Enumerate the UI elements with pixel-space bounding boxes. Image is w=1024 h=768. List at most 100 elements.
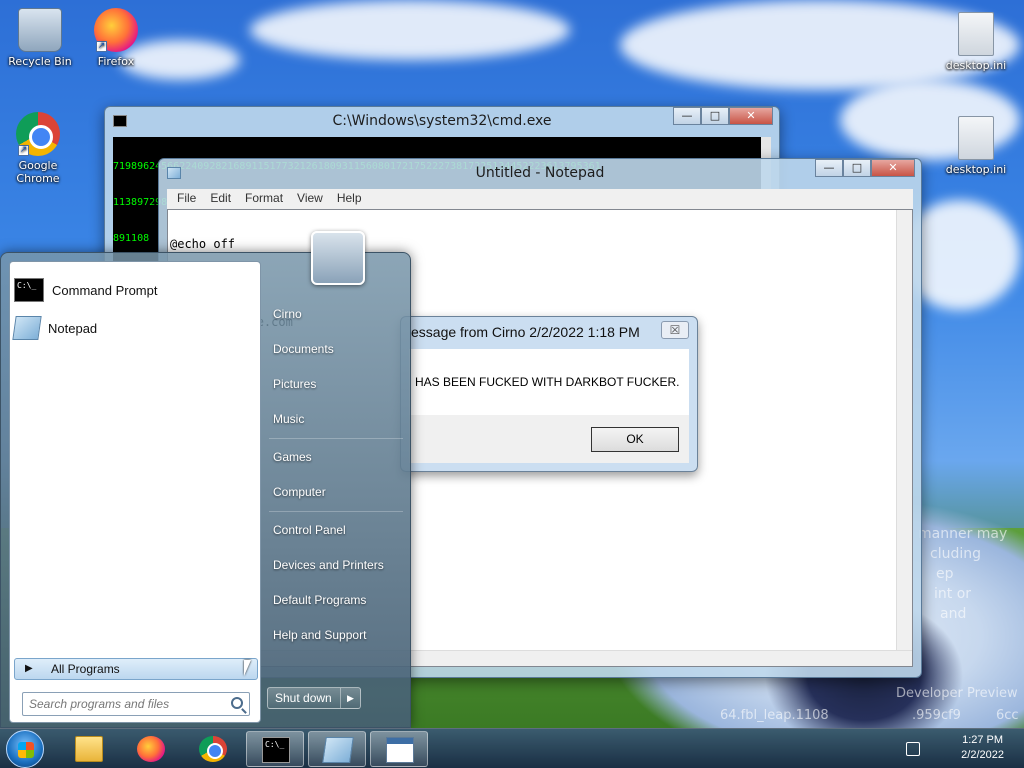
firefox-icon (137, 736, 165, 762)
watermark-line: 64.fbl_leap.1108 (720, 708, 829, 723)
taskbar-firefox[interactable] (122, 731, 180, 767)
desktop-icon-chrome[interactable]: ↗ Google Chrome (2, 112, 74, 185)
start-link-devices-printers[interactable]: Devices and Printers (273, 552, 403, 578)
start-item-command-prompt[interactable]: C:\_ Command Prompt (14, 274, 254, 306)
system-tray: 1:27 PM 2/2/2022 (904, 729, 1024, 768)
taskbar-cmd[interactable]: C:\_ (246, 731, 304, 767)
watermark-line: ep (936, 566, 954, 582)
separator (269, 438, 403, 439)
watermark-line: .959cf9 (912, 708, 961, 723)
taskbar-message-box[interactable] (370, 731, 428, 767)
cmd-icon: C:\_ (14, 278, 44, 302)
window-icon (386, 737, 414, 763)
user-avatar[interactable] (311, 231, 365, 285)
watermark-line: Developer Preview (896, 686, 1018, 701)
desktop-icon-label: Recycle Bin (8, 55, 72, 68)
taskbar-explorer[interactable] (60, 731, 118, 767)
search-input[interactable]: Search programs and files (22, 692, 250, 716)
menu-help[interactable]: Help (331, 189, 368, 209)
mouse-cursor-icon (244, 660, 251, 676)
clock-date: 2/2/2022 (961, 749, 1004, 761)
settings-file-icon (958, 116, 994, 160)
shortcut-arrow-icon: ↗ (96, 41, 107, 52)
message-dialog[interactable]: essage from Cirno 2/2/2022 1:18 PM ☒ HAS… (400, 316, 698, 472)
dialog-title: essage from Cirno 2/2/2022 1:18 PM (411, 324, 640, 340)
start-link-games[interactable]: Games (273, 444, 403, 470)
cloud (250, 0, 570, 60)
search-icon (231, 697, 243, 709)
start-item-notepad[interactable]: Notepad (12, 312, 254, 344)
desktop-icon-recycle-bin[interactable]: Recycle Bin (4, 8, 76, 68)
start-link-documents[interactable]: Documents (273, 336, 403, 362)
start-link-help-support[interactable]: Help and Support (273, 622, 403, 648)
maximize-button[interactable]: □ (701, 107, 729, 125)
close-button[interactable]: ✕ (729, 107, 773, 125)
chrome-icon (199, 736, 227, 762)
all-programs-button[interactable]: ▶ All Programs (14, 658, 258, 680)
start-link-computer[interactable]: Computer (273, 479, 403, 505)
dialog-body: HAS BEEN FUCKED WITH DARKBOT FUCKER. (409, 349, 689, 415)
shutdown-label: Shut down (275, 691, 332, 705)
start-button[interactable] (6, 730, 44, 768)
start-link-music[interactable]: Music (273, 406, 403, 432)
maximize-button[interactable]: □ (843, 159, 871, 177)
arrow-right-icon: ▶ (25, 663, 33, 674)
clock-time: 1:27 PM (962, 734, 1004, 746)
taskbar: C:\_ 1:27 PM 2/2/2022 (0, 728, 1024, 768)
start-link-user[interactable]: Cirno (273, 301, 403, 327)
settings-file-icon (958, 12, 994, 56)
shutdown-options-arrow-icon[interactable]: ▶ (340, 688, 360, 708)
all-programs-label: All Programs (51, 662, 120, 676)
desktop-icon-desktop-ini[interactable]: desktop.ini (940, 116, 1012, 176)
notepad-menubar: File Edit Format View Help (167, 189, 913, 209)
close-button[interactable]: ✕ (871, 159, 915, 177)
dialog-message: HAS BEEN FUCKED WITH DARKBOT FUCKER. (415, 375, 680, 389)
desktop-icon-desktop-ini[interactable]: desktop.ini (940, 12, 1012, 72)
minimize-button[interactable]: — (673, 107, 701, 125)
minimize-button[interactable]: — (815, 159, 843, 177)
menu-file[interactable]: File (171, 189, 202, 209)
firefox-icon: ↗ (94, 8, 138, 52)
dialog-close-button[interactable]: ☒ (661, 321, 689, 339)
text-line: @echo off (170, 237, 236, 251)
taskbar-notepad[interactable] (308, 731, 366, 767)
desktop-icon-firefox[interactable]: ↗ Firefox (80, 8, 152, 68)
watermark-line: cluding (930, 546, 981, 562)
program-label: Notepad (48, 320, 98, 336)
dialog-footer: OK (409, 415, 689, 463)
desktop-icon-label: Google Chrome (16, 159, 60, 185)
menu-view[interactable]: View (291, 189, 329, 209)
notepad-title: Untitled - Notepad (475, 165, 605, 181)
notepad-icon (12, 316, 42, 340)
shutdown-button[interactable]: Shut down ▶ (267, 687, 361, 709)
chrome-icon: ↗ (16, 112, 60, 156)
menu-format[interactable]: Format (239, 189, 289, 209)
start-link-pictures[interactable]: Pictures (273, 371, 403, 397)
taskbar-chrome[interactable] (184, 731, 242, 767)
desktop-icon-label: Firefox (97, 55, 135, 68)
start-menu: C:\_ Command Prompt Notepad ▶ All Progra… (0, 231, 411, 728)
desktop-icon-label: desktop.ini (945, 163, 1007, 176)
ok-button[interactable]: OK (591, 427, 679, 452)
start-link-control-panel[interactable]: Control Panel (273, 517, 403, 543)
cmd-icon: C:\_ (262, 737, 290, 763)
start-link-default-programs[interactable]: Default Programs (273, 587, 403, 613)
folder-icon (75, 736, 103, 762)
watermark-line: and (940, 606, 967, 622)
shortcut-arrow-icon: ↗ (18, 145, 29, 156)
network-icon[interactable] (906, 742, 920, 756)
watermark-line: manner may (918, 526, 1008, 542)
desktop-icon-label: desktop.ini (945, 59, 1007, 72)
separator (269, 511, 403, 512)
clock[interactable]: 1:27 PM 2/2/2022 (961, 733, 1004, 763)
search-placeholder: Search programs and files (29, 697, 170, 711)
watermark-line: 6cc (996, 708, 1019, 723)
vertical-scrollbar[interactable] (896, 210, 912, 650)
program-label: Command Prompt (52, 282, 158, 298)
cmd-titlebar[interactable]: C:\Windows\system32\cmd.exe — □ ✕ (105, 107, 779, 135)
notepad-icon (322, 737, 354, 763)
notepad-titlebar[interactable]: Untitled - Notepad — □ ✕ (159, 159, 921, 187)
recycle-bin-icon (18, 8, 62, 52)
start-programs-pane: C:\_ Command Prompt Notepad ▶ All Progra… (9, 261, 261, 723)
menu-edit[interactable]: Edit (204, 189, 237, 209)
